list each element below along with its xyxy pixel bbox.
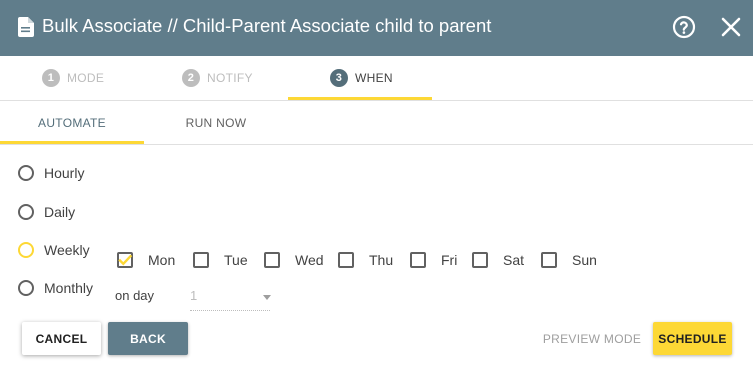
day-sun[interactable]: Sun — [541, 250, 597, 270]
day-label: Wed — [295, 252, 324, 268]
checkbox[interactable] — [264, 252, 280, 268]
chevron-down-icon — [263, 295, 271, 300]
step-number: 2 — [182, 69, 200, 87]
step-mode[interactable]: 1 MODE — [42, 56, 104, 100]
cancel-button[interactable]: CANCEL — [22, 322, 101, 355]
help-icon[interactable] — [672, 15, 696, 39]
on-day-select[interactable]: 1 — [190, 286, 271, 311]
checkbox[interactable] — [338, 252, 354, 268]
day-sat[interactable]: Sat — [472, 250, 524, 270]
step-notify[interactable]: 2 NOTIFY — [182, 56, 253, 100]
step-label: NOTIFY — [207, 71, 253, 85]
radio-button-selected[interactable] — [18, 242, 34, 258]
radio-button[interactable] — [18, 280, 34, 296]
day-wed[interactable]: Wed — [264, 250, 324, 270]
radio-label: Weekly — [44, 242, 90, 258]
radio-daily[interactable]: Daily — [18, 202, 75, 222]
dialog-header: Bulk Associate // Child-Parent Associate… — [0, 0, 753, 56]
step-label: MODE — [67, 71, 105, 85]
radio-button[interactable] — [18, 204, 34, 220]
step-when[interactable]: 3 WHEN — [330, 56, 393, 100]
radio-label: Hourly — [44, 165, 85, 181]
dialog-title: Bulk Associate // Child-Parent Associate… — [42, 15, 492, 36]
tab-automate[interactable]: AUTOMATE — [0, 101, 144, 144]
radio-monthly[interactable]: Monthly — [18, 278, 93, 298]
checkmark-icon — [118, 254, 133, 266]
day-mon[interactable]: Mon — [117, 250, 175, 270]
schedule-button[interactable]: SCHEDULE — [653, 322, 732, 355]
day-label: Mon — [148, 252, 176, 268]
checkbox[interactable] — [541, 252, 557, 268]
stepper: 1 MODE 2 NOTIFY 3 WHEN — [0, 56, 753, 101]
checkbox[interactable] — [472, 252, 488, 268]
checkbox[interactable] — [193, 252, 209, 268]
on-day-value: 1 — [190, 288, 198, 303]
day-thu[interactable]: Thu — [338, 250, 393, 270]
tab-bar: AUTOMATE RUN NOW — [0, 101, 753, 145]
day-label: Sat — [503, 252, 525, 268]
active-step-indicator — [288, 97, 432, 100]
day-label: Fri — [441, 252, 458, 268]
back-button[interactable]: BACK — [108, 322, 188, 355]
day-fri[interactable]: Fri — [410, 250, 457, 270]
checkbox[interactable] — [410, 252, 426, 268]
preview-mode-button[interactable]: PREVIEW MODE — [540, 322, 644, 355]
radio-hourly[interactable]: Hourly — [18, 163, 84, 183]
step-number: 1 — [42, 69, 60, 87]
day-label: Sun — [572, 252, 597, 268]
radio-label: Daily — [44, 204, 76, 220]
step-label: WHEN — [355, 71, 393, 85]
active-tab-indicator — [0, 141, 144, 144]
day-tue[interactable]: Tue — [193, 250, 248, 270]
radio-label: Monthly — [44, 280, 94, 296]
checkbox-checked[interactable] — [117, 252, 133, 268]
close-icon[interactable] — [720, 16, 742, 38]
radio-weekly[interactable]: Weekly — [18, 240, 90, 260]
on-day-label: on day — [115, 288, 155, 303]
step-number: 3 — [330, 69, 348, 87]
radio-button[interactable] — [18, 165, 34, 181]
tab-run-now[interactable]: RUN NOW — [144, 101, 288, 144]
day-label: Tue — [224, 252, 248, 268]
day-label: Thu — [369, 252, 394, 268]
document-icon — [18, 17, 34, 37]
